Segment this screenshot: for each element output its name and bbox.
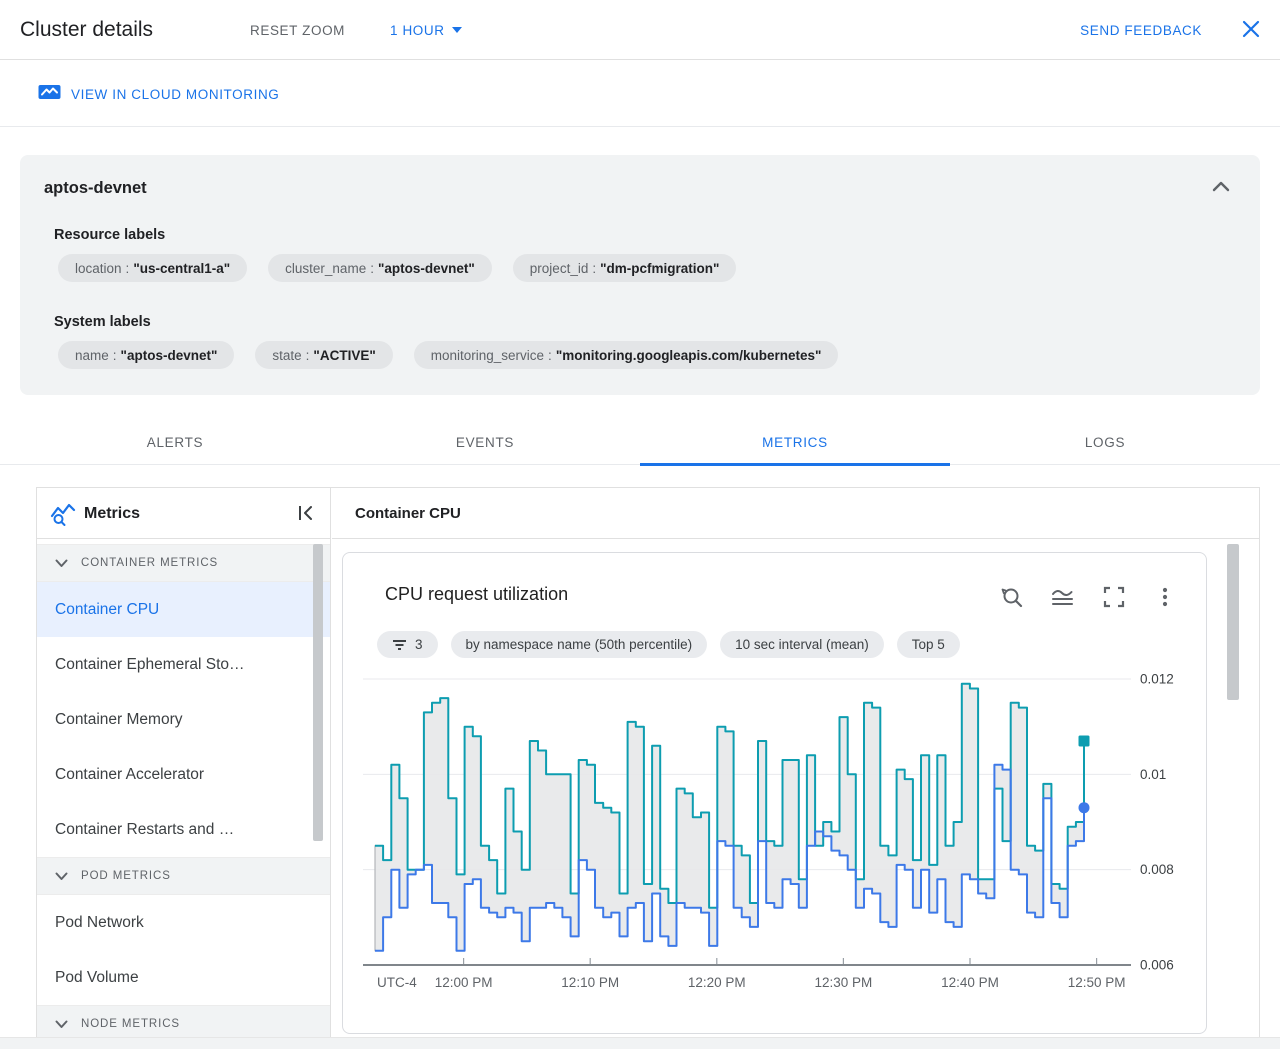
system-label-chip: monitoring_service: "monitoring.googleapi… [413,341,839,369]
sidebar-list: CONTAINER METRICS Container CPU Container … [37,544,330,1043]
sidebar-item-pod-network[interactable]: Pod Network [37,895,330,950]
chart-actions [999,585,1178,611]
svg-text:0.012: 0.012 [1140,672,1174,687]
view-in-cloud-monitoring-link[interactable]: VIEW IN CLOUD MONITORING [38,61,279,127]
svg-text:12:30 PM: 12:30 PM [815,975,873,990]
tab-events[interactable]: EVENTS [330,420,640,465]
label-separator: : [125,260,130,276]
page-title: Cluster details [20,18,154,41]
chart-card: CPU request utilization 3 by namespace n… [342,552,1207,1034]
sidebar-scrollbar[interactable] [313,544,323,841]
label-key: cluster_name [285,260,367,276]
tab-alerts[interactable]: ALERTS [20,420,330,465]
label-value: "dm-pcfmigration" [600,260,720,276]
collapse-card-icon[interactable] [1208,177,1234,199]
fullscreen-icon[interactable] [1101,585,1127,611]
section-heading: POD METRICS [81,870,171,882]
label-key: project_id [529,260,589,276]
label-value: "monitoring.googleapis.com/kubernetes" [555,347,822,363]
view-in-cloud-monitoring-label: VIEW IN CLOUD MONITORING [71,86,280,102]
time-range-dropdown[interactable]: 1 HOUR [390,0,462,60]
cluster-details-panel: Cluster details RESET ZOOM 1 HOUR SEND F… [0,0,1280,1049]
system-labels-row: name: "aptos-devnet" state: "ACTIVE" monitor… [58,341,839,369]
cpu-utilization-chart[interactable]: 12:00 PM 12:10 PM 12:20 PM 12:30 PM 12:40 PM… [343,653,1206,1011]
system-label-chip: name: "aptos-devnet" [58,341,235,369]
svg-text:0.006: 0.006 [1140,958,1174,973]
label-separator: : [112,347,117,363]
chevron-down-icon [55,872,68,880]
filter-icon [393,639,406,650]
section-heading: CONTAINER METRICS [81,557,219,569]
sidebar-item-container-memory[interactable]: Container Memory [37,692,330,747]
statistics-icon[interactable] [1050,585,1076,611]
metrics-main: Container CPU CPU request utilization 3 … [332,488,1259,1037]
label-separator: : [548,347,552,363]
label-separator: : [592,260,597,276]
monitoring-chart-icon [38,84,61,104]
svg-text:12:40 PM: 12:40 PM [941,975,999,990]
resource-labels-row: location: "us-central1-a" cluster_name: "ap… [58,254,737,282]
main-header: Container CPU [332,488,1259,539]
svg-text:12:10 PM: 12:10 PM [561,975,619,990]
bottom-cutoff-strip [0,1037,1280,1049]
tabs: ALERTS EVENTS METRICS LOGS [20,420,1260,466]
label-value: "us-central1-a" [133,260,231,276]
svg-text:UTC-4: UTC-4 [377,975,417,990]
sidebar-section-pod-metrics[interactable]: POD METRICS [37,857,330,895]
chevron-down-icon [55,1020,68,1028]
zoom-out-icon[interactable] [999,585,1025,611]
chevron-down-icon [451,27,462,33]
sidebar-item-pod-volume[interactable]: Pod Volume [37,950,330,1005]
main-scrollbar[interactable] [1227,544,1239,700]
close-icon[interactable] [1236,15,1266,45]
sidebar-item-container-ephemeral-sto[interactable]: Container Ephemeral Sto… [37,637,330,692]
metrics-panel: Metrics CONTAINER METRICS Container CPU Co… [36,487,1260,1043]
svg-text:0.008: 0.008 [1140,862,1174,877]
svg-text:0.01: 0.01 [1140,767,1166,782]
label-separator: : [370,260,374,276]
reset-zoom-button[interactable]: RESET ZOOM [250,0,345,60]
label-value: "aptos-devnet" [120,347,218,363]
resource-label-chip: project_id: "dm-pcfmigration" [512,254,737,282]
tab-logs[interactable]: LOGS [950,420,1260,465]
system-labels-heading: System labels [54,314,151,330]
time-range-value: 1 HOUR [390,22,445,38]
label-value: "ACTIVE" [313,347,376,363]
sidebar-header: Metrics [37,488,330,539]
sidebar-section-container-metrics[interactable]: CONTAINER METRICS [37,544,330,582]
more-vert-icon[interactable] [1152,585,1178,611]
sidebar-title: Metrics [84,505,141,522]
monitoring-toolbar: VIEW IN CLOUD MONITORING [0,61,1280,127]
sidebar-item-container-cpu[interactable]: Container CPU [37,582,330,637]
chart-title: CPU request utilization [385,584,569,604]
system-label-chip: state: "ACTIVE" [255,341,393,369]
top-bar: Cluster details RESET ZOOM 1 HOUR SEND F… [0,0,1280,60]
sidebar-item-container-accelerator[interactable]: Container Accelerator [37,747,330,802]
collapse-panel-icon[interactable] [294,502,318,526]
resource-labels-heading: Resource labels [54,227,166,243]
label-key: name [75,347,109,363]
label-key: monitoring_service [430,347,545,363]
chevron-down-icon [55,559,68,567]
cluster-name: aptos-devnet [44,179,147,197]
label-key: state [272,347,302,363]
tabs-bar: ALERTS EVENTS METRICS LOGS [0,420,1280,466]
metrics-explorer-icon [50,501,76,532]
filter-count: 3 [415,637,423,652]
tab-metrics[interactable]: METRICS [640,420,950,466]
send-feedback-button[interactable]: SEND FEEDBACK [1080,0,1202,60]
cluster-info-card: aptos-devnet Resource labels location: "u… [20,155,1260,395]
label-key: location [75,260,122,276]
label-value: "aptos-devnet" [377,260,475,276]
main-heading: Container CPU [355,505,461,522]
resource-label-chip: location: "us-central1-a" [58,254,248,282]
svg-text:12:20 PM: 12:20 PM [688,975,746,990]
section-heading: NODE METRICS [81,1018,180,1030]
metrics-sidebar: Metrics CONTAINER METRICS Container CPU Co… [37,488,331,1043]
resource-label-chip: cluster_name: "aptos-devnet" [268,254,492,282]
svg-text:12:00 PM: 12:00 PM [435,975,493,990]
sidebar-item-container-restarts-and[interactable]: Container Restarts and … [37,802,330,857]
label-separator: : [305,347,310,363]
svg-text:12:50 PM: 12:50 PM [1068,975,1126,990]
